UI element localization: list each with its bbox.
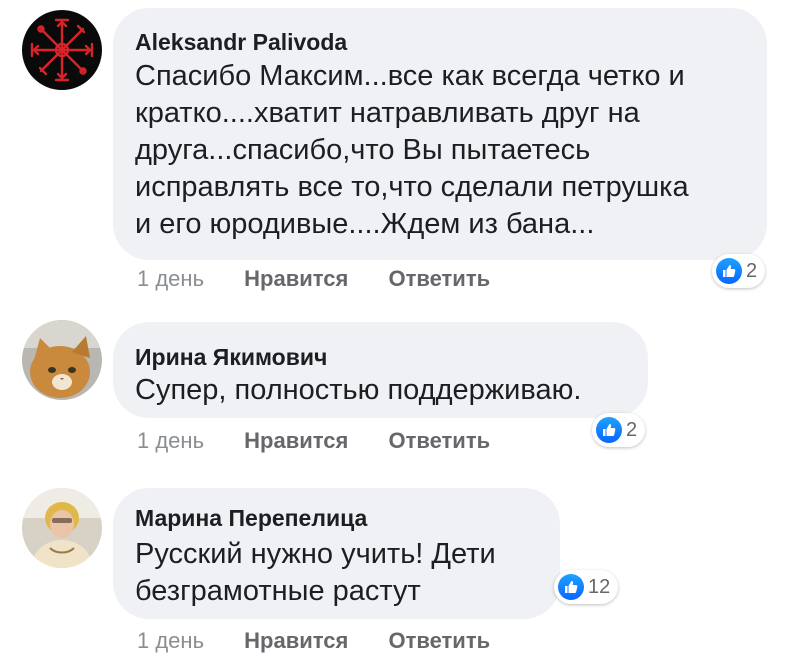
avatar[interactable] (22, 320, 102, 400)
reaction-badge[interactable]: 2 (592, 413, 646, 447)
reply-button[interactable]: Ответить (388, 628, 490, 654)
like-button[interactable]: Нравится (244, 266, 348, 292)
comment-text-line: Супер, полностью поддерживаю. (135, 374, 582, 406)
comment-text-line: Русский нужно учить! Дети (135, 538, 496, 570)
comment-text-line: исправлять все то,что сделали петрушка (135, 171, 689, 203)
reply-button[interactable]: Ответить (388, 428, 490, 454)
comment-actions: 1 день Нравится Ответить (137, 266, 490, 292)
comment-text-line: и его юродивые....Ждем из бана... (135, 208, 595, 240)
comment-author[interactable]: Марина Перепелица (135, 505, 367, 532)
comment-actions: 1 день Нравится Ответить (137, 428, 490, 454)
reply-button[interactable]: Ответить (388, 266, 490, 292)
comment-timestamp[interactable]: 1 день (137, 628, 204, 654)
comment-bubble: Ирина Якимович Супер, полностью поддержи… (113, 322, 648, 418)
comment-bubble: Aleksandr Palivoda Спасибо Максим...все … (113, 8, 767, 260)
comment-timestamp[interactable]: 1 день (137, 266, 204, 292)
comment-text-line: Спасибо Максим...все как всегда четко и (135, 60, 685, 92)
reaction-badge[interactable]: 2 (712, 254, 766, 288)
vegvisir-symbol-icon (22, 10, 102, 90)
thumbs-up-icon (558, 574, 584, 600)
reaction-badge[interactable]: 12 (554, 570, 619, 604)
comment-text-line: друга...спасибо,что Вы пытаетесь (135, 134, 591, 166)
avatar[interactable] (22, 10, 102, 90)
comment-author[interactable]: Aleksandr Palivoda (135, 29, 347, 56)
thumbs-up-icon (596, 417, 622, 443)
comment-bubble: Марина Перепелица Русский нужно учить! Д… (113, 488, 560, 619)
comment-author[interactable]: Ирина Якимович (135, 344, 327, 371)
like-button[interactable]: Нравится (244, 628, 348, 654)
comment-text: Спасибо Максим...все как всегда четко и … (135, 58, 689, 243)
comment-text: Русский нужно учить! Дети безграмотные р… (135, 536, 496, 610)
comment-text: Супер, полностью поддерживаю. (135, 372, 581, 409)
comment-timestamp[interactable]: 1 день (137, 428, 204, 454)
reaction-count: 2 (626, 418, 638, 441)
like-button[interactable]: Нравится (244, 428, 348, 454)
comment-actions: 1 день Нравится Ответить (137, 628, 490, 654)
person-photo (22, 488, 102, 568)
reaction-count: 12 (588, 575, 611, 598)
comment-text-line: безграмотные растут (135, 575, 421, 607)
reaction-count: 2 (746, 259, 758, 282)
avatar[interactable] (22, 488, 102, 568)
comment-text-line: кратко....хватит натравливать друг на (135, 97, 640, 129)
thumbs-up-icon (716, 258, 742, 284)
cat-photo (22, 320, 102, 400)
comments-section: Aleksandr Palivoda Спасибо Максим...все … (0, 0, 800, 660)
